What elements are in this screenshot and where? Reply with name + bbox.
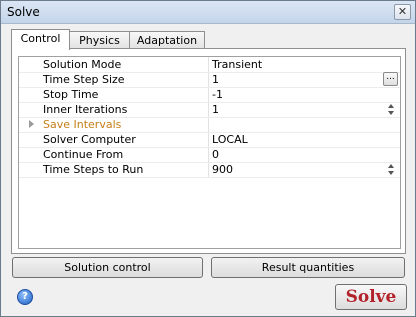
property-row-time-step-size[interactable]: Time Step Size 1 ... bbox=[19, 72, 400, 88]
property-row-solution-mode[interactable]: Solution Mode Transient bbox=[19, 57, 400, 73]
property-grid: Solution Mode Transient Time Step Size 1… bbox=[18, 56, 401, 249]
property-value[interactable]: 0 bbox=[212, 148, 219, 161]
property-row-stop-time[interactable]: Stop Time -1 bbox=[19, 87, 400, 103]
tab-adaptation[interactable]: Adaptation bbox=[129, 31, 205, 49]
property-group-label: Save Intervals bbox=[43, 118, 122, 131]
property-row-solver-computer[interactable]: Solver Computer LOCAL bbox=[19, 132, 400, 148]
help-icon[interactable]: ? bbox=[17, 289, 33, 305]
property-label: Solution Mode bbox=[43, 58, 122, 71]
property-row-time-steps-to-run[interactable]: Time Steps to Run 900 bbox=[19, 162, 400, 178]
property-value[interactable]: Transient bbox=[212, 58, 262, 71]
close-button[interactable]: ✕ bbox=[394, 4, 411, 20]
property-row-save-intervals[interactable]: Save Intervals bbox=[19, 117, 400, 133]
property-label: Continue From bbox=[43, 148, 124, 161]
property-label: Time Step Size bbox=[43, 73, 125, 86]
window-title: Solve bbox=[7, 5, 40, 19]
property-label: Time Steps to Run bbox=[43, 163, 144, 176]
property-value[interactable]: 1 bbox=[212, 103, 219, 116]
tab-physics[interactable]: Physics bbox=[68, 31, 131, 49]
property-label: Stop Time bbox=[43, 88, 99, 101]
expand-arrow-icon[interactable] bbox=[29, 120, 34, 128]
ellipsis-button[interactable]: ... bbox=[383, 72, 398, 86]
spinner-arrows-icon[interactable] bbox=[386, 103, 396, 116]
property-label: Solver Computer bbox=[43, 133, 136, 146]
tab-control[interactable]: Control bbox=[11, 29, 70, 50]
spinner-arrows-icon[interactable] bbox=[386, 163, 396, 176]
property-value[interactable]: 1 bbox=[212, 73, 219, 86]
solve-dialog: Solve ✕ Control Physics Adaptation Solut… bbox=[0, 0, 416, 317]
solve-button[interactable]: Solve bbox=[335, 284, 407, 310]
property-row-continue-from[interactable]: Continue From 0 bbox=[19, 147, 400, 163]
property-label: Inner Iterations bbox=[43, 103, 128, 116]
result-quantities-button[interactable]: Result quantities bbox=[211, 257, 405, 278]
solution-control-button[interactable]: Solution control bbox=[12, 257, 203, 278]
property-value[interactable]: -1 bbox=[212, 88, 223, 101]
property-value[interactable]: LOCAL bbox=[212, 133, 248, 146]
tab-panel-control: Solution Mode Transient Time Step Size 1… bbox=[11, 48, 406, 254]
property-value[interactable]: 900 bbox=[212, 163, 233, 176]
property-row-inner-iterations[interactable]: Inner Iterations 1 bbox=[19, 102, 400, 118]
title-bar: Solve ✕ bbox=[1, 1, 415, 24]
